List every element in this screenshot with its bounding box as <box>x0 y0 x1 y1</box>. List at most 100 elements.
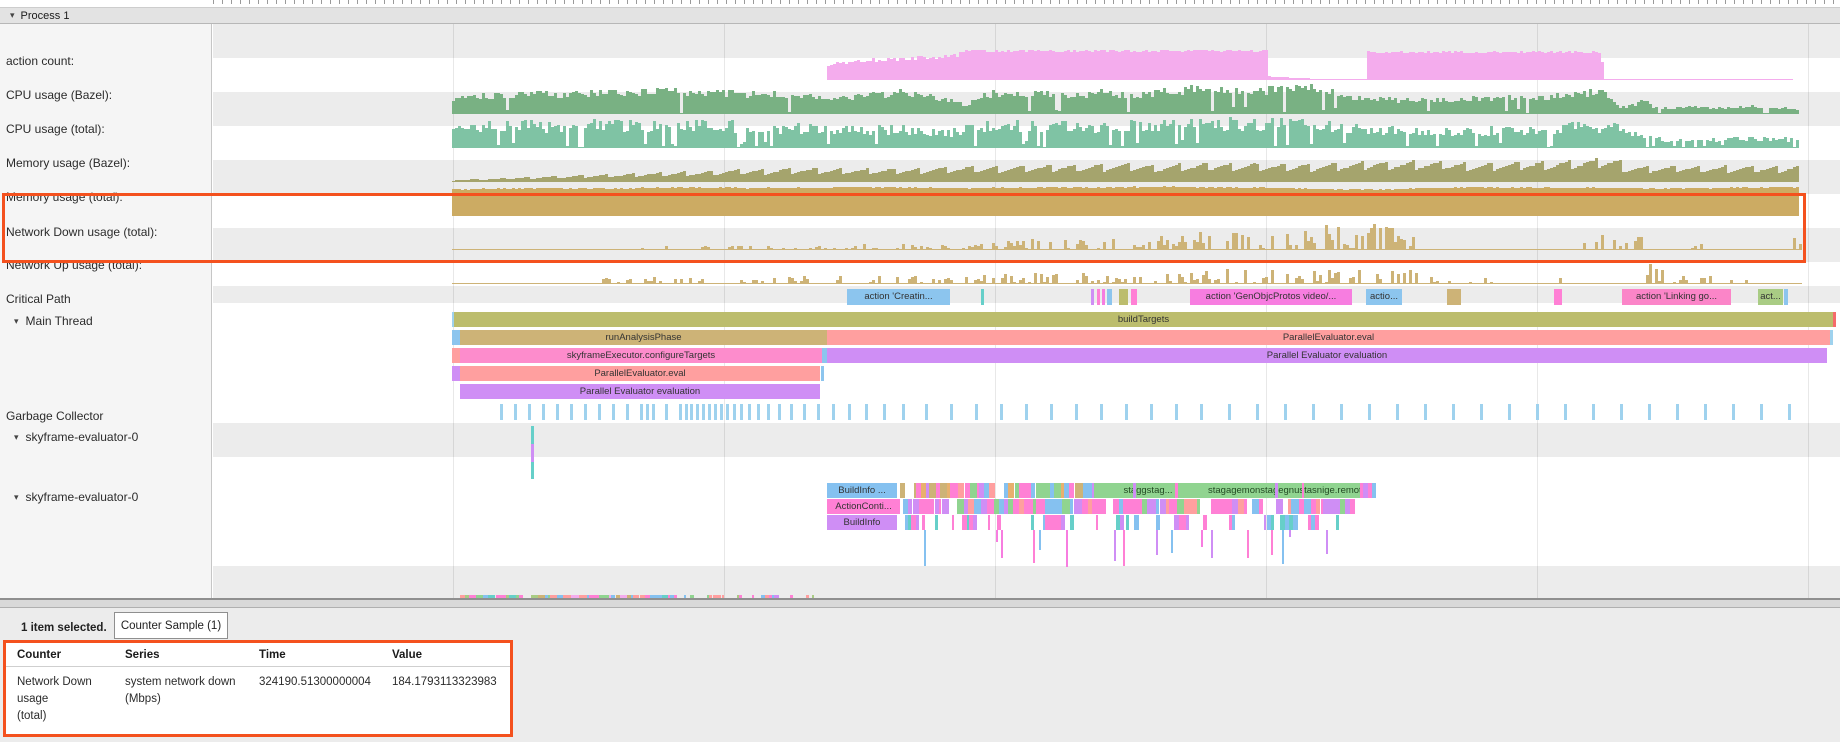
critical-path-slice[interactable]: act... <box>1758 289 1783 305</box>
gc-tick[interactable] <box>803 404 806 420</box>
trace-slice[interactable] <box>1061 515 1065 530</box>
gc-tick[interactable] <box>748 404 751 420</box>
gc-tick[interactable] <box>1480 404 1483 420</box>
timeline-area[interactable]: action 'Creatin... action 'GenObjcProtos … <box>0 24 1840 598</box>
critical-path-slice[interactable]: action 'GenObjcProtos video/... <box>1190 289 1352 305</box>
main-thread-slice[interactable] <box>1830 330 1833 345</box>
trace-slice[interactable] <box>1062 499 1070 514</box>
sidebar-item-cpu-usage-total[interactable]: CPU usage (total): <box>0 121 216 137</box>
gc-tick[interactable] <box>1760 404 1763 420</box>
gc-tick[interactable] <box>1452 404 1455 420</box>
column-header-time[interactable]: Time <box>259 649 392 661</box>
trace-slice[interactable] <box>1033 530 1035 563</box>
gc-tick[interactable] <box>570 404 573 420</box>
gc-tick[interactable] <box>757 404 760 420</box>
trace-slice[interactable] <box>1252 499 1259 514</box>
trace-slice[interactable] <box>939 499 941 514</box>
sidebar-item-memory-usage-total[interactable]: Memory usage (total): <box>0 189 216 205</box>
trace-slice[interactable] <box>1316 499 1320 514</box>
trace-slice[interactable] <box>1203 515 1207 530</box>
gc-tick[interactable] <box>883 404 886 420</box>
main-thread-slice[interactable]: ParallelEvaluator.eval <box>460 366 820 381</box>
trace-slice[interactable] <box>1096 515 1098 530</box>
counter-chart-memory-usage-total[interactable] <box>452 186 1799 216</box>
trace-slice[interactable] <box>996 530 998 542</box>
trace-slice[interactable] <box>1259 499 1263 514</box>
trace-slice[interactable] <box>1291 499 1299 514</box>
evaluator-slice[interactable]: BuildInfo ... <box>827 483 897 498</box>
main-thread-slice[interactable] <box>452 330 460 345</box>
trace-slice[interactable] <box>989 483 995 498</box>
gc-tick[interactable] <box>584 404 587 420</box>
main-thread-slice[interactable]: Parallel Evaluator evaluation <box>460 384 820 399</box>
trace-slice[interactable] <box>1039 530 1041 550</box>
process-header[interactable]: ▾ Process 1 <box>0 7 1840 24</box>
trace-slice[interactable] <box>1066 530 1068 567</box>
sidebar-item-cpu-usage-bazel[interactable]: CPU usage (Bazel): <box>0 87 216 103</box>
gc-tick[interactable] <box>778 404 781 420</box>
gc-tick[interactable] <box>790 404 793 420</box>
gc-tick[interactable] <box>848 404 851 420</box>
trace-slice[interactable] <box>935 515 938 530</box>
critical-path-slice[interactable] <box>1107 289 1112 305</box>
trace-slice[interactable] <box>1008 483 1014 498</box>
sidebar-item-main-thread[interactable]: ▾Main Thread <box>0 313 224 329</box>
collapse-arrow-icon[interactable]: ▾ <box>10 10 15 21</box>
trace-slice[interactable] <box>1326 530 1328 554</box>
gc-tick[interactable] <box>1025 404 1028 420</box>
table-row[interactable]: Network Down usage(total)system network … <box>6 667 510 725</box>
gc-tick[interactable] <box>1508 404 1511 420</box>
collapse-arrow-icon[interactable]: ▾ <box>14 432 19 443</box>
trace-slice[interactable] <box>1216 499 1224 514</box>
gc-tick[interactable] <box>1648 404 1651 420</box>
gc-tick[interactable] <box>1592 404 1595 420</box>
gc-tick[interactable] <box>696 404 699 420</box>
gc-tick[interactable] <box>1200 404 1203 420</box>
critical-path-slice[interactable] <box>1447 289 1461 305</box>
gc-tick[interactable] <box>1396 404 1399 420</box>
critical-path-slice[interactable] <box>1102 289 1105 305</box>
gc-tick[interactable] <box>1704 404 1707 420</box>
main-thread-slice[interactable]: Parallel Evaluator evaluation <box>827 348 1827 363</box>
gc-tick[interactable] <box>598 404 601 420</box>
trace-slice[interactable] <box>1070 499 1073 514</box>
gc-tick[interactable] <box>652 404 655 420</box>
gc-tick[interactable] <box>679 404 682 420</box>
main-thread-slice[interactable] <box>1833 312 1836 327</box>
evaluator-slice[interactable]: stagagemonstagegnustasnige.remot... <box>1208 483 1360 498</box>
critical-path-slice[interactable] <box>981 289 984 305</box>
sidebar-item-critical-path[interactable]: Critical Path <box>0 291 216 307</box>
main-thread-slice[interactable] <box>452 348 460 363</box>
main-thread-slice[interactable]: ParallelEvaluator.eval <box>827 330 1830 345</box>
main-thread-slice[interactable] <box>821 366 824 381</box>
trace-slice[interactable] <box>1156 515 1160 530</box>
trace-slice[interactable] <box>1350 499 1355 514</box>
gc-tick[interactable] <box>542 404 545 420</box>
gc-tick[interactable] <box>1228 404 1231 420</box>
gc-tick[interactable] <box>612 404 615 420</box>
trace-slice[interactable] <box>1054 483 1061 498</box>
gc-tick[interactable] <box>640 404 643 420</box>
trace-slice[interactable] <box>1092 499 1099 514</box>
gc-tick[interactable] <box>1340 404 1343 420</box>
gc-tick[interactable] <box>733 404 736 420</box>
sidebar-item-network-up-usage-total[interactable]: Network Up usage (total): <box>0 257 216 273</box>
trace-slice[interactable] <box>1134 515 1139 530</box>
trace-slice[interactable] <box>1302 483 1304 498</box>
gc-tick[interactable] <box>1536 404 1539 420</box>
gc-tick[interactable] <box>1150 404 1153 420</box>
trace-slice[interactable] <box>1169 499 1177 514</box>
sidebar-item-network-down-usage-total[interactable]: Network Down usage (total): <box>0 224 216 240</box>
trace-slice[interactable] <box>1120 515 1124 530</box>
trace-slice[interactable] <box>1019 483 1026 498</box>
sidebar-item-memory-usage-bazel[interactable]: Memory usage (Bazel): <box>0 155 216 171</box>
gc-tick[interactable] <box>665 404 668 420</box>
trace-slice[interactable] <box>924 530 926 566</box>
critical-path-slice[interactable] <box>1784 289 1788 305</box>
evaluator-mark[interactable] <box>531 444 534 462</box>
critical-path-slice[interactable]: action 'Creatin... <box>847 289 950 305</box>
trace-slice[interactable] <box>1075 483 1083 498</box>
trace-slice[interactable] <box>1036 483 1043 498</box>
gc-tick[interactable] <box>1564 404 1567 420</box>
trace-slice[interactable] <box>987 499 994 514</box>
